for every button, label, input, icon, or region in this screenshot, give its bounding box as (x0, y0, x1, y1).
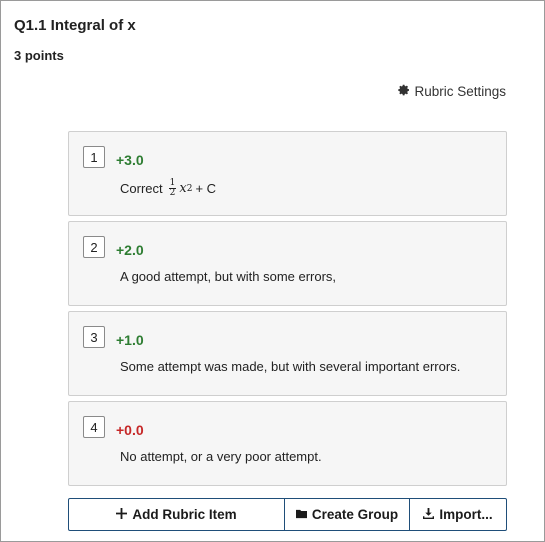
plus-icon (116, 507, 128, 522)
fraction-denominator: 2 (169, 188, 176, 198)
rubric-item-points: +3.0 (116, 152, 144, 168)
rubric-item[interactable]: 1 +3.0 Correct 1 2 x2 + C (68, 131, 507, 216)
rubric-item-key[interactable]: 1 (83, 146, 105, 168)
rubric-item-key[interactable]: 2 (83, 236, 105, 258)
rubric-item-key[interactable]: 4 (83, 416, 105, 438)
add-rubric-item-button[interactable]: Add Rubric Item (69, 499, 285, 530)
rubric-item-description: Correct 1 2 x2 + C (120, 179, 216, 198)
folder-icon (295, 507, 307, 522)
rubric-item-points: +0.0 (116, 422, 144, 438)
rubric-settings-button[interactable]: Rubric Settings (398, 84, 506, 99)
rubric-item-description: A good attempt, but with some errors, (120, 269, 337, 284)
gear-icon (398, 84, 410, 99)
rubric-item-desc-suffix: + C (195, 181, 217, 196)
math-variable: x (179, 181, 187, 196)
rubric-items-list: 1 +3.0 Correct 1 2 x2 + C 2 +2.0 A good … (68, 131, 507, 491)
add-rubric-item-label: Add Rubric Item (132, 507, 237, 522)
rubric-item[interactable]: 2 +2.0 A good attempt, but with some err… (68, 221, 507, 306)
import-label: Import... (439, 507, 493, 522)
rubric-item-desc-prefix: Correct (120, 181, 163, 196)
rubric-item[interactable]: 3 +1.0 Some attempt was made, but with s… (68, 311, 507, 396)
download-icon (423, 507, 435, 522)
question-title: Q1.1 Integral of x (14, 17, 136, 34)
math-exponent: 2 (186, 183, 193, 194)
rubric-item-points: +2.0 (116, 242, 144, 258)
question-panel: Q1.1 Integral of x 3 points Rubric Setti… (0, 0, 545, 542)
create-group-button[interactable]: Create Group (285, 499, 410, 530)
import-button[interactable]: Import... (410, 499, 506, 530)
rubric-item-description: No attempt, or a very poor attempt. (120, 449, 322, 464)
math-expression: 1 2 x2 (166, 179, 193, 198)
rubric-actions: Add Rubric Item Create Group Import... (68, 498, 507, 531)
rubric-settings-label: Rubric Settings (414, 84, 506, 99)
rubric-item-points: +1.0 (116, 332, 144, 348)
rubric-item-description: Some attempt was made, but with several … (120, 359, 461, 374)
rubric-item-key[interactable]: 3 (83, 326, 105, 348)
question-points: 3 points (14, 48, 64, 63)
rubric-item[interactable]: 4 +0.0 No attempt, or a very poor attemp… (68, 401, 507, 486)
create-group-label: Create Group (311, 507, 399, 522)
